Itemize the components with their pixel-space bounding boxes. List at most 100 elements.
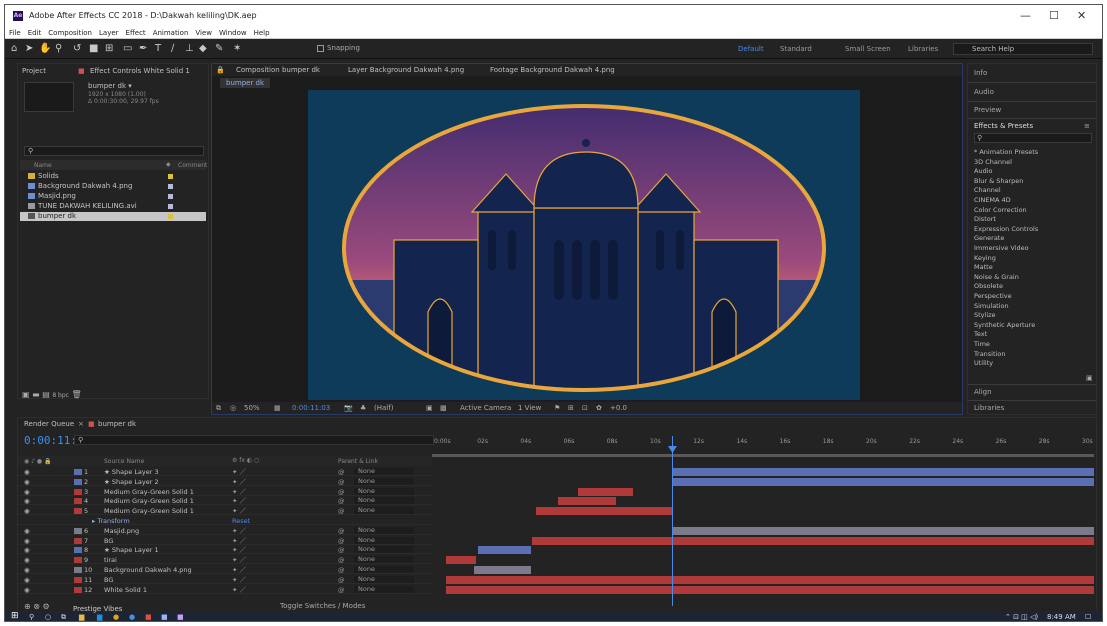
resolution-dropdown[interactable]: (Half) bbox=[374, 404, 393, 412]
menu-help[interactable]: Help bbox=[250, 27, 273, 37]
timeline-layer-row[interactable]: ◉ 3 Medium Gray-Green Solid 1 ✦ ／ @ None bbox=[18, 487, 432, 496]
brush-tool-icon[interactable]: ∕ bbox=[171, 43, 174, 54]
layer-switches[interactable]: ✦ ／ bbox=[232, 546, 246, 554]
menu-window[interactable]: Window bbox=[215, 27, 250, 37]
snapshot-icon[interactable]: 📷 bbox=[344, 404, 353, 412]
toggle-switches-modes[interactable]: Toggle Switches / Modes bbox=[280, 602, 365, 610]
layer-switches[interactable]: ✦ ／ bbox=[232, 478, 246, 486]
workspace-default[interactable]: Default bbox=[738, 45, 764, 53]
parent-dropdown[interactable]: None bbox=[354, 526, 414, 534]
close-icon[interactable]: × bbox=[78, 420, 84, 428]
layer-switches[interactable]: ✦ ／ bbox=[232, 586, 246, 594]
layer-name[interactable]: ★ Shape Layer 2 bbox=[104, 478, 159, 486]
parent-dropdown[interactable]: None bbox=[354, 585, 414, 593]
menu-edit[interactable]: Edit bbox=[24, 27, 45, 37]
layer-label-color[interactable] bbox=[74, 547, 82, 554]
menu-composition[interactable]: Composition bbox=[44, 27, 95, 37]
store-icon[interactable]: ▆ bbox=[97, 613, 102, 621]
layer-duration-bar[interactable] bbox=[578, 487, 633, 496]
search-help-input[interactable]: Search Help bbox=[953, 43, 1093, 55]
new-preset-icon[interactable]: ▣ bbox=[1086, 374, 1093, 382]
trash-icon[interactable]: 🗑 bbox=[72, 390, 82, 399]
layer-switches[interactable]: ✦ ／ bbox=[232, 468, 246, 476]
audio-panel-tab[interactable]: Audio bbox=[974, 88, 994, 96]
file-explorer-icon[interactable]: ▆ bbox=[79, 613, 84, 621]
parent-dropdown[interactable]: None bbox=[354, 507, 414, 515]
parent-dropdown[interactable]: None bbox=[354, 477, 414, 485]
app-icon[interactable]: ■ bbox=[145, 613, 152, 621]
tab-bumper-dk[interactable]: bumper dk bbox=[98, 420, 136, 428]
snapping-checkbox[interactable] bbox=[317, 44, 324, 52]
comp-breadcrumb[interactable]: bumper dk bbox=[220, 78, 271, 88]
tab-composition[interactable]: Composition bumper dk bbox=[236, 66, 320, 74]
timeline-layer-row[interactable]: ◉ 2 ★ Shape Layer 2 ✦ ／ @ None bbox=[18, 477, 432, 486]
layer-duration-bar[interactable] bbox=[672, 526, 1094, 535]
parent-dropdown[interactable]: None bbox=[354, 566, 414, 573]
minimize-button[interactable]: — bbox=[1020, 9, 1031, 22]
layer-duration-bar[interactable] bbox=[446, 575, 1094, 584]
layer-switches[interactable]: ✦ ／ bbox=[232, 556, 246, 564]
effect-category-item[interactable]: Synthetic Aperture bbox=[974, 321, 1035, 329]
selection-tool-icon[interactable]: ➤ bbox=[25, 43, 33, 54]
timeline-footer-icons[interactable]: ⊕ ⊗ ⚙ bbox=[24, 602, 50, 611]
layer-duration-bar[interactable] bbox=[478, 546, 531, 555]
layer-label-color[interactable] bbox=[74, 537, 82, 544]
effect-category-item[interactable]: Time bbox=[974, 340, 990, 348]
parent-pickwhip-icon[interactable]: @ bbox=[338, 566, 345, 574]
grid-icon[interactable]: ▦ bbox=[274, 404, 281, 412]
system-tray-icons[interactable]: ⌃ ⊡ ◫ ◁) bbox=[1005, 613, 1038, 621]
layer-switches[interactable]: ✦ ／ bbox=[232, 566, 246, 574]
work-area-bar[interactable] bbox=[432, 454, 1094, 457]
layer-name[interactable]: Medium Gray-Green Solid 1 bbox=[104, 497, 194, 505]
project-search-input[interactable]: ⚲ bbox=[24, 146, 204, 156]
effect-category-item[interactable]: Text bbox=[974, 330, 987, 338]
visibility-eye-icon[interactable]: ◉ bbox=[24, 586, 30, 594]
layer-duration-bar[interactable] bbox=[446, 556, 476, 565]
effect-category-item[interactable]: Audio bbox=[974, 167, 992, 175]
visibility-eye-icon[interactable]: ◉ bbox=[24, 488, 30, 496]
chrome-icon[interactable]: ● bbox=[129, 613, 135, 621]
layer-label-color[interactable] bbox=[74, 488, 82, 495]
flowchart-icon[interactable]: ⊡ bbox=[582, 404, 588, 412]
parent-dropdown[interactable]: None bbox=[354, 487, 414, 495]
effect-category-item[interactable]: Utility bbox=[974, 359, 993, 367]
layer-duration-bar[interactable] bbox=[672, 477, 1094, 486]
exposure-value[interactable]: +0.0 bbox=[610, 404, 627, 412]
hand-tool-icon[interactable]: ✋ bbox=[39, 43, 51, 54]
visibility-eye-icon[interactable]: ◉ bbox=[24, 537, 30, 545]
layer-name[interactable]: Medium Gray-Green Solid 1 bbox=[104, 507, 194, 515]
comp-name[interactable]: bumper dk ▾ bbox=[88, 82, 132, 90]
parent-pickwhip-icon[interactable]: @ bbox=[338, 468, 345, 476]
mask-visibility-icon[interactable]: ◎ bbox=[230, 404, 236, 412]
workspace-libraries[interactable]: Libraries bbox=[908, 45, 938, 53]
parent-dropdown[interactable]: None bbox=[354, 575, 414, 583]
visibility-eye-icon[interactable]: ◉ bbox=[24, 527, 30, 535]
parent-pickwhip-icon[interactable]: @ bbox=[338, 527, 345, 535]
layer-switches[interactable]: ✦ ／ bbox=[232, 488, 246, 496]
layer-name[interactable]: BG bbox=[104, 537, 113, 545]
layer-switches[interactable]: ✦ ／ bbox=[232, 537, 246, 545]
layer-name[interactable]: ▸ Transform bbox=[92, 517, 130, 525]
menu-file[interactable]: File bbox=[5, 27, 24, 37]
timeline-layer-row[interactable]: ▸ Transform Reset bbox=[18, 517, 432, 525]
effect-category-item[interactable]: Keying bbox=[974, 254, 996, 262]
tab-project[interactable]: Project bbox=[22, 67, 46, 75]
parent-pickwhip-icon[interactable]: @ bbox=[338, 478, 345, 486]
start-icon[interactable]: ⊞ bbox=[11, 611, 19, 621]
layer-name[interactable]: ★ Shape Layer 1 bbox=[104, 546, 159, 554]
layer-duration-bar[interactable] bbox=[446, 585, 1094, 594]
layer-label-color[interactable] bbox=[74, 508, 82, 515]
layer-name[interactable]: tirai bbox=[104, 556, 117, 564]
timeline-layer-row[interactable]: ◉ 1 ★ Shape Layer 3 ✦ ／ @ None bbox=[18, 468, 432, 476]
layer-label-color[interactable] bbox=[74, 498, 82, 505]
camera-tool-icon[interactable]: ■ bbox=[89, 43, 98, 54]
layer-switches[interactable]: ✦ ／ bbox=[232, 507, 246, 515]
layer-duration-bar[interactable] bbox=[672, 468, 1094, 476]
layer-label-color[interactable] bbox=[74, 527, 82, 534]
composition-viewer[interactable] bbox=[308, 90, 860, 400]
rotate-tool-icon[interactable]: ↺ bbox=[73, 43, 81, 54]
roi-icon[interactable]: ▣ bbox=[426, 404, 433, 412]
layer-switches[interactable]: ✦ ／ bbox=[232, 497, 246, 505]
layer-duration-bar[interactable] bbox=[532, 536, 1094, 545]
layer-label-color[interactable] bbox=[74, 469, 82, 475]
